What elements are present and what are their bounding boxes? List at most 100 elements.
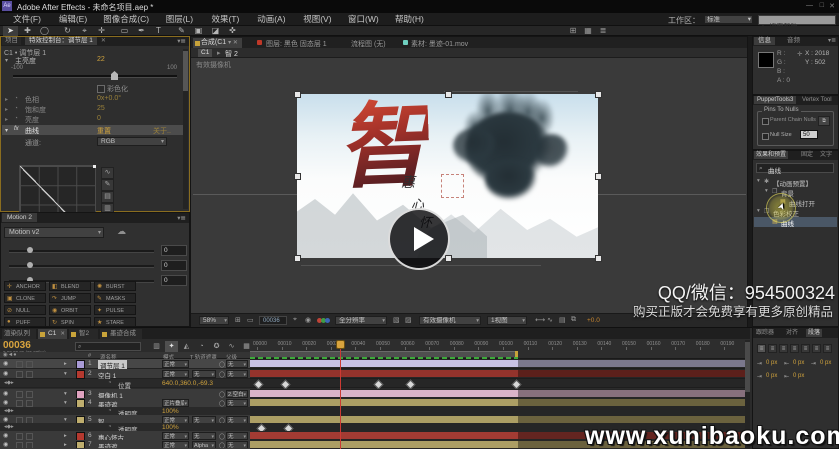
expander-icon[interactable]: ▸ <box>64 442 67 448</box>
indent-value-1[interactable]: 0 px <box>793 360 804 366</box>
roi-icon[interactable]: ▧ <box>393 316 400 324</box>
motion-button-jump[interactable]: ↷JUMP <box>49 293 91 303</box>
fx-scrollbar-handle[interactable] <box>183 51 188 91</box>
property-value[interactable]: 640.0,360.0,-69.3 <box>162 380 213 387</box>
layer-mode-dropdown[interactable]: 正常▾ <box>162 370 189 378</box>
motion-button-anchor[interactable]: ✛ANCHOR <box>4 281 46 291</box>
panel-menu-icon[interactable]: ≣ <box>596 26 610 36</box>
tab-paint[interactable]: 固定 <box>799 151 815 159</box>
motion-button-puff[interactable]: ●PUFF <box>4 317 46 327</box>
motion-button-stare[interactable]: ★STARE <box>94 317 136 327</box>
eye-icon[interactable]: ◉ <box>3 441 8 448</box>
stopwatch-icon[interactable]: ◔ <box>108 408 111 414</box>
motion-button-blend[interactable]: ◧BLEND <box>49 281 91 291</box>
layer-label-swatch[interactable] <box>76 360 85 369</box>
tab-motion2[interactable]: Motion 2 <box>2 213 37 222</box>
menu-item-5[interactable]: 动画(A) <box>248 14 294 25</box>
layer-duration-bar[interactable] <box>250 416 518 423</box>
current-time-indicator-line[interactable] <box>340 349 341 449</box>
timeline-option-icon-2[interactable]: ◭ <box>180 341 193 352</box>
mask-toggle-icon[interactable]: ▭ <box>247 316 254 324</box>
puppet-pin-tool-icon[interactable]: ✜ <box>225 26 240 36</box>
menu-item-3[interactable]: 图层(L) <box>156 14 202 25</box>
motion-preset-dropdown[interactable]: Motion v2▾ <box>4 227 104 238</box>
expander-icon[interactable]: ▾ <box>757 208 760 214</box>
switch-box[interactable] <box>26 371 33 378</box>
snapshot-grid-icon[interactable]: ▦ <box>581 26 595 36</box>
parent-dropdown[interactable]: 无▾ <box>226 399 248 407</box>
null-layer-box[interactable] <box>441 174 464 198</box>
parent-dropdown[interactable]: 2.空白 1▾ <box>226 390 248 398</box>
timeline-option-icon-1[interactable]: ✦ <box>165 341 178 352</box>
fx-prop-value-2[interactable]: 0 <box>97 115 101 122</box>
expander-icon[interactable]: ▾ <box>64 391 67 397</box>
fx-prop-value-0[interactable]: 0x+0.0° <box>97 95 121 102</box>
timeline-tab-1[interactable]: C1✕ <box>38 329 67 339</box>
switch-box[interactable] <box>16 371 23 378</box>
fx-brightness-value[interactable]: 22 <box>97 56 105 63</box>
tab-vertex-tool[interactable]: Vertex Tool <box>800 96 834 104</box>
tab-composition[interactable]: 合成(C1 ▾ ✕ <box>193 38 242 48</box>
open-curve-icon[interactable]: ▤ <box>101 191 114 203</box>
keyframe-nav-icon[interactable]: ◂◆▸ <box>4 380 14 386</box>
align-button-6[interactable]: ≡ <box>823 344 832 353</box>
eye-icon[interactable]: ◉ <box>3 416 8 423</box>
camera-dropdown[interactable]: 有效摄像机▾ <box>419 316 481 325</box>
layer-name[interactable]: 空白 1 <box>98 370 116 380</box>
tab-1[interactable]: 对齐 <box>784 329 800 337</box>
stopwatch-icon[interactable]: ◔ <box>108 424 111 430</box>
selection-handle[interactable] <box>595 255 602 262</box>
pen-tool-icon[interactable]: ✒ <box>134 26 149 36</box>
keyframe-nav-icon[interactable]: ◂◆▸ <box>4 408 14 414</box>
workspace-dropdown[interactable]: 标准 ▾ <box>704 15 753 24</box>
indent-value-0[interactable]: 0 px <box>766 360 777 366</box>
fx-curves-about[interactable]: 关于.. <box>153 126 171 136</box>
brush-tool-icon[interactable]: ✎ <box>174 26 189 36</box>
motion-slider-handle-0[interactable] <box>27 247 33 253</box>
camera-tool-icon[interactable]: ⌖ <box>77 26 92 36</box>
motion-button-burst[interactable]: ✺BURST <box>94 281 136 291</box>
type-tool-icon[interactable]: T <box>151 26 166 36</box>
slider-handle[interactable] <box>111 71 118 80</box>
stamp-tool-icon[interactable]: ▣ <box>191 26 206 36</box>
parent-link-icon[interactable]: 〇 <box>219 360 225 369</box>
viewer-misc-icon-1[interactable]: ∿ <box>547 316 553 324</box>
panel-menu-icon[interactable]: ▾≣ <box>177 214 186 222</box>
motion-button-orbit[interactable]: ◉ORBIT <box>49 305 91 315</box>
view-layout-dropdown[interactable]: 1视图▾ <box>487 316 527 325</box>
tab-audio[interactable]: 音频 <box>783 37 804 45</box>
indent-value-3[interactable]: 0 px <box>766 373 777 379</box>
layer-mode-dropdown[interactable]: 正常▾ <box>162 360 189 368</box>
eraser-tool-icon[interactable]: ◪ <box>208 26 223 36</box>
fx-channel-dropdown[interactable]: RGB▾ <box>97 137 167 146</box>
zoom-level-dropdown[interactable]: 58%▾ <box>199 316 229 325</box>
video-play-button[interactable] <box>388 208 450 270</box>
resolution-dropdown[interactable]: 全分辨率▾ <box>335 316 387 325</box>
timeline-scrollbar-handle[interactable] <box>745 342 750 392</box>
menu-item-1[interactable]: 编辑(E) <box>50 14 96 25</box>
motion-button-clone[interactable]: ▣CLONE <box>4 293 46 303</box>
eye-icon[interactable]: ◉ <box>3 390 8 397</box>
breadcrumb-item[interactable]: 智 2 <box>225 49 238 59</box>
eye-icon[interactable]: ◉ <box>3 360 8 367</box>
show-snapshot-icon[interactable]: ◉ <box>305 316 311 324</box>
switch-box[interactable] <box>26 391 33 398</box>
menu-item-4[interactable]: 效果(T) <box>202 14 248 25</box>
switch-box[interactable] <box>16 361 23 368</box>
motion-slider-value-0[interactable]: 0 <box>161 245 187 256</box>
parent-link-icon[interactable]: 〇 <box>219 370 225 379</box>
close-button[interactable]: ✕ <box>829 2 835 10</box>
layer-duration-bar[interactable] <box>250 370 518 377</box>
menu-item-8[interactable]: 帮助(H) <box>386 14 432 25</box>
parent-chain-button[interactable]: ⧉ <box>818 116 830 126</box>
selection-handle[interactable] <box>445 255 452 262</box>
viewer-misc-icon-2[interactable]: ▤ <box>559 316 566 324</box>
layer-label-swatch[interactable] <box>76 370 85 379</box>
timeline-tab-3[interactable]: 墨迹合成 <box>100 329 142 339</box>
mask-tool-icon[interactable]: ▭ <box>117 26 132 36</box>
menu-item-7[interactable]: 窗口(W) <box>340 14 386 25</box>
frame-number-box[interactable]: 00036 <box>259 316 287 325</box>
presets-search-input[interactable]: ⌕曲线 <box>756 163 834 173</box>
timeline-search-input[interactable]: ⌕ <box>75 342 141 351</box>
layer-duration-bar[interactable] <box>250 432 518 439</box>
